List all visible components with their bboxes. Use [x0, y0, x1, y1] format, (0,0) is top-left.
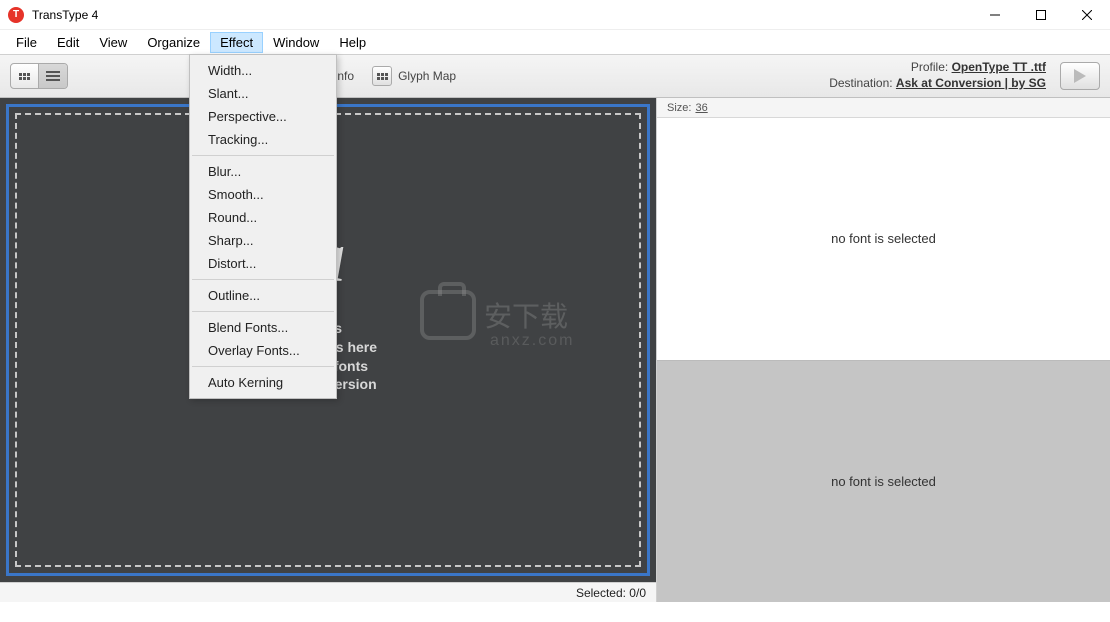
- minimize-button[interactable]: [972, 0, 1018, 30]
- preview-upper: no font is selected: [657, 118, 1110, 360]
- maximize-button[interactable]: [1018, 0, 1064, 30]
- glyph-map-label: Glyph Map: [398, 69, 456, 83]
- toolbar: review i Font Info Glyph Map Profile: Op…: [0, 54, 1110, 98]
- size-value[interactable]: 36: [695, 102, 707, 114]
- list-view-button[interactable]: [39, 64, 67, 88]
- preview-lower: no font is selected: [657, 360, 1110, 603]
- grid-icon: [19, 73, 30, 80]
- window-title: TransType 4: [32, 8, 98, 22]
- status-bar: Selected: 0/0: [0, 582, 656, 602]
- separator: [192, 311, 334, 312]
- window-controls: [972, 0, 1110, 30]
- main-area: a files or folders here to add fonts for…: [0, 98, 1110, 602]
- close-button[interactable]: [1064, 0, 1110, 30]
- menu-edit[interactable]: Edit: [47, 32, 89, 53]
- profile-info: Profile: OpenType TT .ttf Destination: A…: [829, 60, 1046, 91]
- selected-status: Selected: 0/0: [576, 586, 646, 600]
- effect-outline[interactable]: Outline...: [190, 284, 336, 307]
- separator: [192, 366, 334, 367]
- separator: [192, 279, 334, 280]
- menu-help[interactable]: Help: [329, 32, 376, 53]
- glyph-map-icon: [372, 66, 392, 86]
- menu-bar: File Edit View Organize Effect Window He…: [0, 30, 1110, 54]
- menu-file[interactable]: File: [6, 32, 47, 53]
- menu-effect[interactable]: Effect: [210, 32, 263, 53]
- no-font-message-upper: no font is selected: [831, 231, 936, 246]
- effect-tracking[interactable]: Tracking...: [190, 128, 336, 151]
- no-font-message-lower: no font is selected: [831, 474, 936, 489]
- list-icon: [46, 71, 60, 81]
- view-mode-toggle: [10, 63, 68, 89]
- title-bar: TransType 4: [0, 0, 1110, 30]
- separator: [192, 155, 334, 156]
- convert-button[interactable]: [1060, 62, 1100, 90]
- effect-blur[interactable]: Blur...: [190, 160, 336, 183]
- effect-slant[interactable]: Slant...: [190, 82, 336, 105]
- effect-width[interactable]: Width...: [190, 59, 336, 82]
- app-icon: [8, 7, 24, 23]
- effect-blend-fonts[interactable]: Blend Fonts...: [190, 316, 336, 339]
- grid-view-button[interactable]: [11, 64, 39, 88]
- effect-auto-kerning[interactable]: Auto Kerning: [190, 371, 336, 394]
- effect-distort[interactable]: Distort...: [190, 252, 336, 275]
- destination-label: Destination:: [829, 76, 892, 90]
- size-label: Size:: [667, 102, 691, 114]
- size-bar: Size: 36: [657, 98, 1110, 118]
- menu-view[interactable]: View: [89, 32, 137, 53]
- play-icon: [1074, 69, 1086, 83]
- profile-label: Profile:: [911, 60, 948, 74]
- menu-organize[interactable]: Organize: [137, 32, 210, 53]
- destination-value-link[interactable]: Ask at Conversion | by SG: [896, 76, 1046, 90]
- effect-smooth[interactable]: Smooth...: [190, 183, 336, 206]
- effect-round[interactable]: Round...: [190, 206, 336, 229]
- effect-perspective[interactable]: Perspective...: [190, 105, 336, 128]
- effect-dropdown: Width... Slant... Perspective... Trackin…: [189, 54, 337, 399]
- effect-sharp[interactable]: Sharp...: [190, 229, 336, 252]
- glyph-map-toolbar-item[interactable]: Glyph Map: [372, 66, 456, 86]
- menu-window[interactable]: Window: [263, 32, 329, 53]
- effect-overlay-fonts[interactable]: Overlay Fonts...: [190, 339, 336, 362]
- right-pane: Size: 36 no font is selected no font is …: [656, 98, 1110, 602]
- profile-value-link[interactable]: OpenType TT .ttf: [952, 60, 1046, 74]
